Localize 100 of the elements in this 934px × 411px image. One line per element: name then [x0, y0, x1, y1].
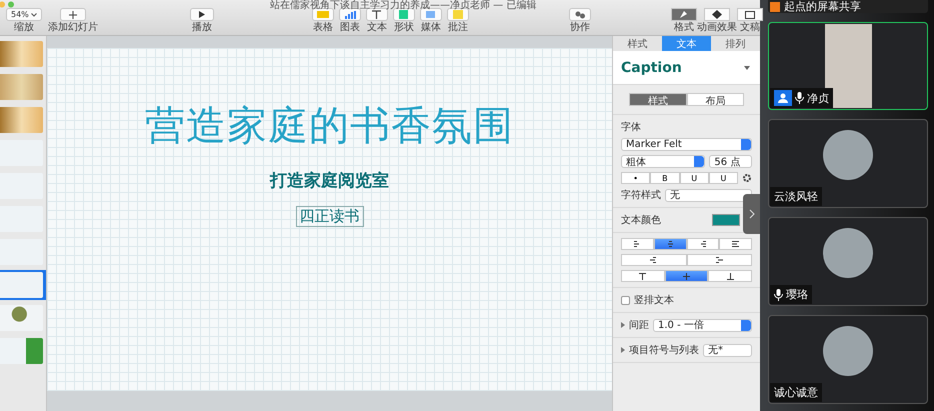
participant-tile[interactable]: 云淡风轻 — [768, 119, 928, 208]
slide-thumbnail[interactable] — [0, 270, 46, 300]
inspector-tab[interactable]: 样式 — [613, 36, 662, 51]
font-select[interactable]: Marker Felt — [621, 138, 752, 151]
insert-comment-button[interactable] — [446, 8, 469, 21]
participant-tile[interactable]: 诚心诚意 — [768, 315, 928, 404]
selected-text-box[interactable]: 四正读书 — [296, 206, 364, 227]
bar-chart-icon — [344, 10, 356, 18]
inspector-toggle[interactable] — [670, 8, 697, 21]
align-center-icon — [666, 241, 674, 247]
vertical-align-button[interactable] — [664, 270, 708, 282]
participant-tile[interactable]: 璎珞 — [768, 217, 928, 306]
zoom-dropdown[interactable]: 54% — [6, 8, 42, 21]
align-button[interactable] — [621, 238, 654, 250]
toolbar-label: 格式 — [674, 22, 694, 33]
panel-collapse-handle[interactable] — [743, 194, 760, 234]
add-slide-button[interactable] — [60, 8, 86, 21]
valign-bottom-icon — [726, 272, 734, 280]
toolbar-label: 图表 — [340, 22, 360, 33]
document-icon — [744, 10, 755, 18]
inspector-toggle[interactable] — [736, 8, 763, 21]
align-button[interactable] — [686, 238, 720, 250]
slide-thumbnail[interactable] — [0, 39, 46, 69]
vertical-align-button[interactable] — [708, 270, 752, 282]
inspector-tab[interactable]: 排列 — [711, 36, 760, 51]
participant-name: 净贞 — [807, 90, 829, 106]
section-label: 字体 — [621, 120, 642, 134]
slide-thumbnail[interactable] — [0, 204, 46, 234]
plus-icon — [68, 10, 77, 18]
typeface-select[interactable]: 粗体 — [621, 155, 706, 168]
text-icon — [372, 10, 382, 19]
align-indent-icon — [716, 257, 723, 263]
toolbar-label: 文稿 — [740, 22, 760, 33]
toolbar-label: 文本 — [366, 22, 387, 33]
segment-tab[interactable]: 布局 — [686, 93, 744, 106]
character-style-select[interactable]: 无 — [665, 188, 752, 202]
slide-thumbnail[interactable] — [0, 303, 46, 333]
spacing-select[interactable]: 1.0 - 一倍 — [653, 318, 752, 332]
microphone-icon — [774, 288, 783, 300]
note-icon — [452, 10, 463, 19]
segment-tab[interactable]: 样式 — [629, 93, 686, 106]
insert-chart-button[interactable] — [338, 8, 361, 21]
valign-top-icon — [639, 272, 646, 280]
section-label: 项目符号与列表 — [629, 344, 699, 357]
align-outdent-icon — [650, 257, 658, 263]
toolbar-label: 形状 — [394, 22, 414, 33]
vertical-align-button[interactable] — [621, 270, 665, 282]
text-color-swatch[interactable] — [712, 214, 740, 226]
align-left-icon — [634, 241, 641, 247]
text-style-button[interactable]: • — [621, 172, 650, 184]
participant-name: 诚心诚意 — [774, 385, 818, 400]
insert-shape-button[interactable] — [392, 8, 415, 21]
inspector-toggle[interactable] — [704, 8, 730, 21]
insert-media-button[interactable] — [420, 8, 442, 21]
bullets-select[interactable]: 无* — [703, 344, 752, 356]
font-size-field[interactable]: 56 点 — [709, 155, 752, 168]
slide-thumbnail[interactable] — [0, 138, 46, 168]
avatar-placeholder — [823, 228, 873, 278]
chevron-down-icon — [30, 12, 37, 16]
text-style-button[interactable]: B — [650, 172, 680, 184]
participant-tile[interactable]: 净贞 — [768, 22, 928, 110]
paragraph-style[interactable]: Caption — [621, 60, 682, 76]
participant-name: 云淡风轻 — [774, 189, 818, 204]
toolbar-label: 批注 — [448, 22, 468, 33]
play-button[interactable] — [190, 8, 214, 21]
table-icon — [316, 11, 329, 18]
dropdown-triangle-icon — [744, 66, 750, 70]
valign-middle-icon — [683, 272, 690, 280]
chevron-right-icon — [748, 209, 754, 219]
toolbar-label: 表格 — [312, 22, 333, 33]
slide-thumbnail[interactable] — [0, 105, 46, 135]
text-style-button[interactable]: U — [680, 172, 709, 184]
toolbar-label: 媒体 — [420, 22, 441, 33]
people-icon — [574, 10, 585, 18]
section-label: 间距 — [629, 319, 649, 332]
insert-table-button[interactable] — [312, 8, 334, 21]
slide-thumbnail[interactable] — [0, 72, 46, 102]
slide-thumbnail[interactable] — [0, 237, 46, 267]
toolbar-label: 协作 — [570, 22, 590, 33]
slide-thumbnail[interactable] — [0, 171, 46, 201]
align-justify-icon — [732, 241, 740, 247]
toolbar-label: 动画效果 — [696, 22, 737, 33]
collaborate-button[interactable] — [568, 8, 591, 21]
microphone-icon — [795, 92, 804, 104]
toolbar-label: 缩放 — [14, 22, 34, 33]
slide-subtitle: 打造家庭阅览室 — [270, 170, 389, 192]
field-label: 文本颜色 — [621, 214, 661, 227]
image-icon — [426, 11, 436, 18]
participant-name: 璎珞 — [786, 287, 808, 302]
square-icon — [399, 10, 408, 19]
avatar-placeholder — [823, 326, 873, 376]
field-label: 字符样式 — [621, 188, 661, 202]
insert-text-button[interactable] — [366, 8, 388, 21]
checkbox[interactable] — [621, 296, 630, 304]
align-button[interactable] — [654, 238, 686, 250]
toolbar-label: 添加幻灯片 — [48, 22, 98, 33]
align-right-icon — [699, 241, 706, 247]
align-button[interactable] — [719, 238, 752, 250]
slide-thumbnail[interactable] — [0, 336, 46, 366]
text-style-button[interactable]: U — [708, 172, 738, 184]
